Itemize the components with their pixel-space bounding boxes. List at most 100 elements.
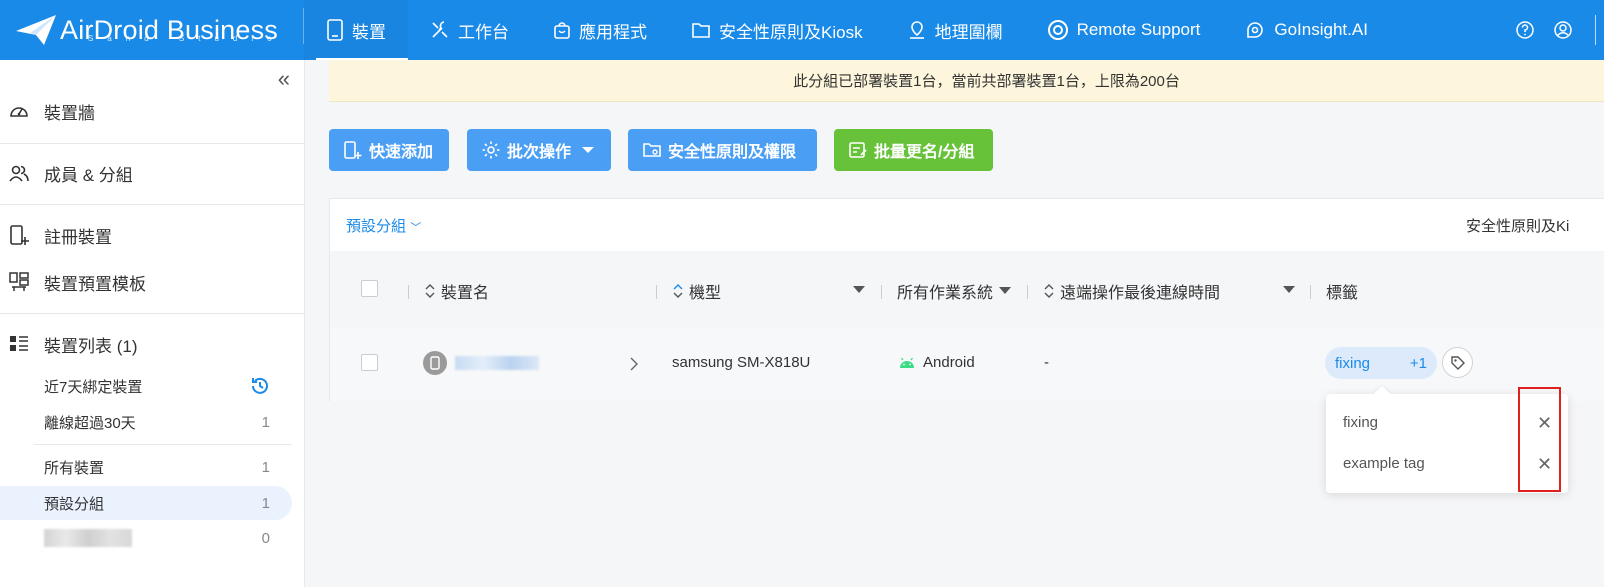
top-right-icons bbox=[1515, 0, 1596, 60]
sidebar-divider bbox=[0, 143, 304, 144]
column-header-label: 裝置名 bbox=[441, 285, 490, 302]
sidebar-item-device-wall[interactable]: 裝置牆 bbox=[0, 96, 304, 126]
nav-remote-support[interactable]: Remote Support bbox=[1025, 0, 1223, 60]
nav-remote-support-label: Remote Support bbox=[1076, 20, 1201, 39]
nav-goinsight-label: GoInsight.AI bbox=[1274, 20, 1368, 39]
sidebar-item-device-template[interactable]: 裝置預置模板 bbox=[0, 267, 304, 297]
policy-permission-button[interactable]: 安全性原則及權限 bbox=[628, 129, 817, 171]
device-name-redacted bbox=[455, 356, 539, 370]
batch-rename-button[interactable]: 批量更名/分組 bbox=[834, 129, 993, 171]
sort-icon bbox=[1044, 284, 1054, 298]
tag-pill[interactable]: fixing +1 bbox=[1325, 347, 1437, 379]
caret-down-icon bbox=[582, 147, 595, 153]
group-selector[interactable]: 預設分組 ﹀ bbox=[346, 215, 421, 236]
nav-policy-kiosk[interactable]: 安全性原則及Kiosk bbox=[669, 0, 885, 60]
redacted-group-name bbox=[44, 529, 132, 547]
column-tags: 標籤 bbox=[1326, 279, 1358, 303]
column-header-label: 所有作業系統 bbox=[897, 285, 994, 302]
users-icon bbox=[9, 165, 29, 182]
nav-geofence-label: 地理圍欄 bbox=[934, 22, 1003, 42]
select-all-checkbox[interactable] bbox=[361, 280, 378, 297]
gear-icon bbox=[482, 141, 500, 159]
nav-devices[interactable]: 裝置 bbox=[304, 0, 408, 60]
nav-geofence[interactable]: 地理圍欄 bbox=[885, 0, 1025, 60]
column-last-connection[interactable]: 遠端操作最後連線時間 bbox=[1044, 279, 1220, 303]
sidebar-item-label: 裝置列表 (1) bbox=[44, 336, 138, 356]
sort-icon bbox=[425, 284, 435, 298]
column-device-name[interactable]: 裝置名 bbox=[425, 279, 489, 303]
sidebar-sub-item-all-devices[interactable]: 所有裝置 1 bbox=[0, 450, 292, 484]
sidebar-divider bbox=[0, 204, 304, 205]
last-connection-cell: - bbox=[1044, 354, 1049, 371]
sidebar-sub-item-offline-30days[interactable]: 離線超過30天 1 bbox=[0, 405, 292, 439]
column-separator bbox=[1310, 285, 1311, 299]
row-checkbox[interactable] bbox=[361, 354, 378, 371]
sidebar-divider bbox=[0, 313, 304, 314]
group-selector-label: 預設分組 bbox=[346, 218, 407, 235]
sidebar-sub-item-default-group[interactable]: 預設分組 1 bbox=[0, 486, 292, 520]
goinsight-icon bbox=[1247, 22, 1264, 38]
sidebar-item-members-groups[interactable]: 成員 & 分組 bbox=[0, 158, 304, 188]
popover-tag-item: fixing bbox=[1343, 414, 1379, 431]
device-name-cell[interactable] bbox=[423, 351, 539, 375]
sub-item-count: 1 bbox=[261, 494, 270, 512]
bag-icon bbox=[554, 22, 570, 39]
history-icon bbox=[252, 377, 268, 394]
sidebar-item-device-list[interactable]: 裝置列表 (1) bbox=[0, 329, 304, 359]
column-os[interactable]: 所有作業系統 bbox=[897, 279, 1012, 303]
logo-plane-icon bbox=[16, 15, 56, 45]
chevron-right-icon[interactable] bbox=[630, 357, 638, 371]
rename-icon bbox=[849, 142, 867, 158]
column-header-label: 機型 bbox=[689, 285, 722, 302]
logo-subtext: Sand Studio bbox=[88, 34, 286, 43]
nav-goinsight[interactable]: GoInsight.AI bbox=[1222, 0, 1390, 60]
column-header-label: 標籤 bbox=[1326, 285, 1359, 302]
table-row[interactable]: samsung SM-X818U Android - fixing +1 bbox=[330, 327, 1604, 401]
column-separator bbox=[656, 285, 657, 299]
highlight-annotation bbox=[1518, 387, 1561, 492]
sub-item-label: 所有裝置 bbox=[44, 459, 105, 477]
filter-caret-icon[interactable] bbox=[853, 286, 865, 294]
device-avatar bbox=[423, 351, 447, 375]
add-device-icon bbox=[344, 141, 362, 159]
column-model[interactable]: 機型 bbox=[673, 279, 721, 303]
sub-item-count: 1 bbox=[261, 413, 270, 431]
sort-icon bbox=[673, 284, 683, 298]
map-pin-icon bbox=[909, 21, 924, 39]
logo[interactable]: AirDroid Business Sand Studio bbox=[0, 0, 304, 60]
account-icon[interactable] bbox=[1553, 20, 1573, 40]
tag-icon bbox=[1450, 355, 1465, 370]
popover-tag-item: example tag bbox=[1343, 455, 1425, 472]
edit-tags-button[interactable] bbox=[1442, 347, 1473, 378]
sub-item-label: 離線超過30天 bbox=[44, 414, 136, 432]
quick-add-button[interactable]: 快速添加 bbox=[329, 129, 449, 171]
tablet-icon bbox=[327, 19, 343, 41]
dashboard-icon bbox=[10, 107, 28, 117]
policy-filter[interactable]: 安全性原則及Ki bbox=[1466, 215, 1604, 236]
deployment-banner: 此分組已部署裝置1台，當前共部署裝置1台，上限為200台 bbox=[329, 60, 1604, 102]
filter-caret-icon bbox=[999, 287, 1012, 294]
sub-item-label: 預設分組 bbox=[44, 495, 105, 513]
nav-apps[interactable]: 應用程式 bbox=[531, 0, 669, 60]
nav-workbench[interactable]: 工作台 bbox=[408, 0, 531, 60]
tag-more-count: +1 bbox=[1409, 354, 1427, 372]
sidebar-sub-item-redacted-group[interactable]: 0 bbox=[0, 521, 292, 555]
help-icon[interactable] bbox=[1515, 20, 1535, 40]
lifebuoy-icon bbox=[1047, 20, 1068, 40]
list-icon bbox=[10, 336, 28, 351]
nav-workbench-label: 工作台 bbox=[458, 22, 509, 42]
top-nav-bar: AirDroid Business Sand Studio 裝置 工作台 應用程… bbox=[0, 0, 1604, 60]
sidebar-item-label: 裝置預置模板 bbox=[44, 274, 146, 294]
model-value: samsung SM-X818U bbox=[672, 354, 811, 371]
banner-text: 此分組已部署裝置1台，當前共部署裝置1台，上限為200台 bbox=[793, 73, 1180, 90]
filter-caret-icon[interactable] bbox=[1283, 286, 1295, 294]
template-icon bbox=[9, 272, 29, 291]
model-cell: samsung SM-X818U bbox=[672, 354, 810, 371]
sub-item-count: 0 bbox=[261, 529, 270, 547]
batch-operations-button[interactable]: 批次操作 bbox=[467, 129, 611, 171]
collapse-sidebar-icon[interactable]: « bbox=[278, 66, 290, 92]
sidebar-item-register-device[interactable]: 註冊裝置 bbox=[0, 220, 304, 250]
sidebar-sub-item-bound-7days[interactable]: 近7天綁定裝置 bbox=[0, 369, 292, 403]
tag-label: fixing bbox=[1335, 354, 1371, 372]
folder-icon bbox=[692, 23, 710, 38]
